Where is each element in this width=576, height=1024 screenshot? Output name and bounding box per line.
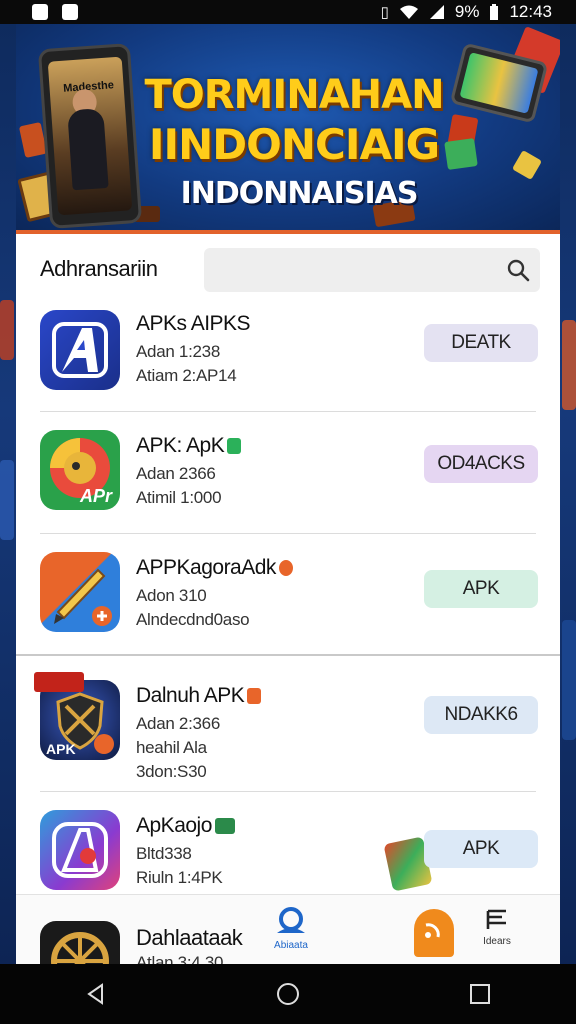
app-list-item[interactable]: APKs AIPKS Adan 1:238 Atiam 2:AP14 DEATK bbox=[16, 290, 560, 412]
app-meta: Adan 2366 bbox=[136, 464, 216, 483]
system-navigation-bar bbox=[0, 964, 576, 1024]
shield-swords-icon: APK bbox=[46, 692, 114, 757]
app-name: Dahlaataak bbox=[136, 925, 243, 950]
app-meta: heahil Ala bbox=[136, 738, 207, 757]
brush-icon bbox=[54, 568, 112, 626]
nav-item-home[interactable]: Abiaata bbox=[266, 907, 316, 957]
app-meta: Adan 2:366 bbox=[136, 714, 220, 733]
badge-icon bbox=[278, 560, 293, 577]
nav-item-list[interactable]: Idears bbox=[474, 907, 520, 957]
app-name-text: ApKaojo bbox=[136, 814, 212, 837]
app-meta: Atimil 1:000 bbox=[136, 488, 222, 507]
app-icon[interactable] bbox=[40, 310, 120, 390]
promo-banner[interactable]: Madesthe TORMINAHAN IINDONCIAIG INDONNAI… bbox=[16, 24, 560, 234]
apk-logo-icon: APr bbox=[50, 438, 113, 506]
decoration-box bbox=[511, 149, 543, 181]
app-meta: Atiam 2:AP14 bbox=[136, 366, 237, 385]
app-meta: Alndecdnd0aso bbox=[136, 610, 250, 629]
badge-icon bbox=[214, 818, 235, 835]
banner-title-line2: IINDONCIAIG bbox=[148, 120, 440, 169]
app-name: Dalnuh APK bbox=[136, 684, 262, 708]
notification-icons bbox=[32, 4, 78, 20]
app-list-item[interactable]: APK Dalnuh APK Adan 2:366 heahil Ala 3do… bbox=[16, 656, 560, 792]
app-meta: Atlan 3:4 30 bbox=[136, 953, 224, 964]
install-button[interactable]: OD4ACKS bbox=[424, 445, 538, 483]
app-name: APK: ApK bbox=[136, 434, 242, 458]
nav-label: Abiaata bbox=[274, 940, 308, 951]
app-list-panel: Adhransariin APKs AIPKS Adan 1:238 Atiam… bbox=[16, 234, 560, 964]
background-decoration bbox=[0, 300, 14, 360]
nav-item-feed[interactable] bbox=[414, 909, 454, 957]
install-button[interactable]: NDAKK6 bbox=[424, 696, 538, 734]
app-name: APKs AIPKS bbox=[136, 312, 251, 335]
app-list-item[interactable]: APPKagoraAdk Adon 310 Alndecdnd0aso APK bbox=[16, 534, 560, 656]
app-meta: Riuln 1:4PK bbox=[136, 868, 223, 887]
back-button[interactable] bbox=[76, 974, 116, 1014]
app-list-item[interactable]: ApKaojo Bltd338 Riuln 1:4PK APK bbox=[16, 792, 560, 896]
app-name: APPKagoraAdk bbox=[136, 556, 293, 580]
search-icon[interactable] bbox=[506, 258, 530, 282]
wheel-icon bbox=[51, 932, 109, 964]
letter-a-icon bbox=[52, 822, 108, 878]
app-icon[interactable] bbox=[40, 552, 120, 632]
vibrate-icon: ▯ bbox=[380, 4, 389, 21]
app-list-item[interactable]: APr APK: ApK Adan 2366 Atimil 1:000 OD4A… bbox=[16, 412, 560, 534]
svg-text:APK: APK bbox=[46, 741, 76, 757]
status-indicators: ▯ 9% 12:43 bbox=[381, 2, 552, 22]
phone-illustration: Madesthe bbox=[37, 43, 143, 229]
background-decoration bbox=[562, 620, 576, 740]
search-input[interactable] bbox=[216, 256, 486, 284]
app-name-text: APK: ApK bbox=[136, 434, 225, 457]
bottom-navigation: Dahlaataak Atlan 3:4 30 Abiaata Idears bbox=[16, 894, 560, 964]
recents-icon bbox=[470, 984, 490, 1004]
install-button[interactable]: DEATK bbox=[424, 324, 538, 362]
app-icon[interactable] bbox=[40, 810, 120, 890]
app-name: ApKaojo bbox=[136, 814, 235, 838]
background-decoration bbox=[0, 460, 14, 540]
section-title: Adhransariin bbox=[40, 256, 158, 281]
list-icon bbox=[486, 909, 506, 929]
person-figure bbox=[67, 108, 109, 191]
svg-text:APr: APr bbox=[79, 486, 113, 506]
app-meta: 3don:S30 bbox=[136, 762, 207, 781]
app-icon[interactable]: APK bbox=[40, 680, 120, 760]
background-decoration bbox=[562, 320, 576, 410]
home-nav-icon bbox=[277, 907, 305, 933]
app-icon[interactable]: APr bbox=[40, 430, 120, 510]
recents-button[interactable] bbox=[460, 974, 500, 1014]
app-meta: Adon 310 bbox=[136, 586, 207, 605]
signal-icon bbox=[429, 5, 444, 19]
app-name-text: Dalnuh APK bbox=[136, 684, 245, 707]
app-meta: Bltd338 bbox=[136, 844, 192, 863]
app-icon[interactable] bbox=[40, 921, 120, 964]
decoration-box bbox=[444, 138, 478, 170]
battery-percent: 9% bbox=[454, 2, 480, 21]
search-bar[interactable] bbox=[204, 248, 540, 292]
banner-title-line1: TORMINAHAN bbox=[144, 72, 444, 118]
notification-icon bbox=[32, 4, 48, 20]
status-bar: ▯ 9% 12:43 bbox=[0, 0, 576, 24]
banner-subtitle: INDONNAISIAS bbox=[180, 176, 419, 211]
notification-icon bbox=[62, 4, 78, 20]
install-button[interactable]: APK bbox=[424, 830, 538, 868]
install-button[interactable]: APK bbox=[424, 570, 538, 608]
wifi-icon bbox=[399, 5, 418, 19]
app-meta: Adan 1:238 bbox=[136, 342, 220, 361]
app-name-text: APPKagoraAdk bbox=[136, 556, 276, 579]
badge-icon bbox=[247, 688, 262, 705]
verified-badge-icon bbox=[227, 438, 242, 455]
home-icon bbox=[277, 983, 299, 1005]
clock: 12:43 bbox=[509, 2, 552, 21]
battery-icon bbox=[490, 3, 499, 20]
home-button[interactable] bbox=[268, 974, 308, 1014]
rss-icon bbox=[425, 923, 440, 938]
phone-screen bbox=[459, 52, 539, 114]
nav-label: Idears bbox=[483, 936, 511, 947]
app-tag bbox=[34, 672, 84, 692]
letter-a-icon bbox=[52, 322, 108, 378]
back-icon bbox=[87, 983, 103, 1005]
